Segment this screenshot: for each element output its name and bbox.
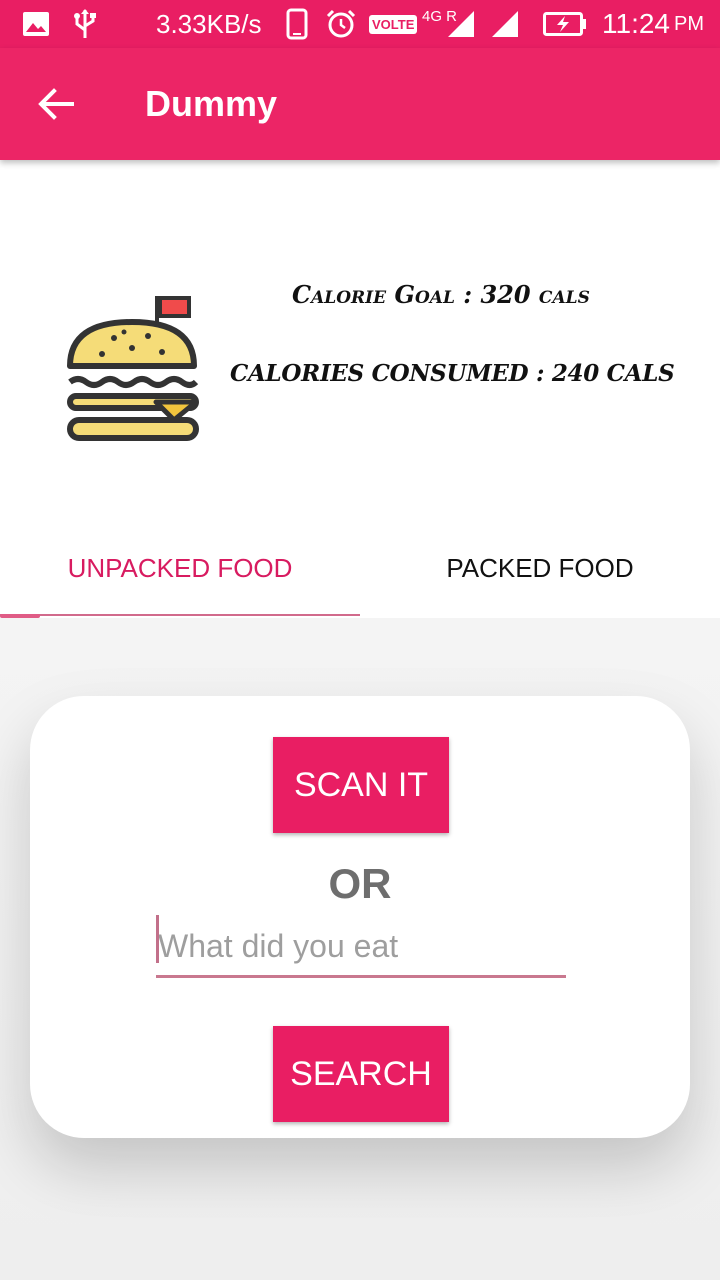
status-bar: 3.33KB/s VOLTE 4G R 11:24 PM — [0, 0, 720, 48]
app-bar: Dummy — [0, 48, 720, 160]
food-search-input[interactable] — [156, 918, 566, 978]
back-arrow-icon[interactable] — [28, 78, 84, 130]
text-cursor — [156, 915, 159, 963]
food-tabs: UNPACKED FOOD PACKED FOOD — [0, 520, 720, 618]
tab-unpacked-food[interactable]: UNPACKED FOOD — [0, 520, 360, 616]
burger-icon — [62, 292, 202, 452]
tab-packed-food[interactable]: PACKED FOOD — [360, 520, 720, 616]
food-entry-card: SCAN IT OR SEARCH — [30, 696, 690, 1138]
signal-icon — [490, 0, 524, 48]
signal-icon — [446, 0, 480, 48]
alarm-icon — [326, 0, 356, 48]
tab-indicator — [0, 614, 360, 618]
search-button[interactable]: SEARCH — [273, 1026, 449, 1122]
volte-badge: VOLTE — [369, 0, 418, 48]
network-speed: 3.33KB/s — [156, 8, 262, 39]
scan-button[interactable]: SCAN IT — [273, 737, 449, 833]
battery-charging-icon — [543, 0, 587, 48]
calories-consumed: CALORIES CONSUMED : 240 CALS — [230, 360, 675, 387]
or-separator: OR — [328, 860, 392, 907]
phone-icon — [286, 0, 308, 48]
calorie-goal: Calorie Goal : 320 cals — [292, 280, 590, 309]
image-icon — [22, 0, 50, 48]
page-title: Dummy — [145, 83, 278, 124]
clock: 11:24 PM — [602, 8, 704, 39]
usb-icon — [72, 0, 98, 48]
